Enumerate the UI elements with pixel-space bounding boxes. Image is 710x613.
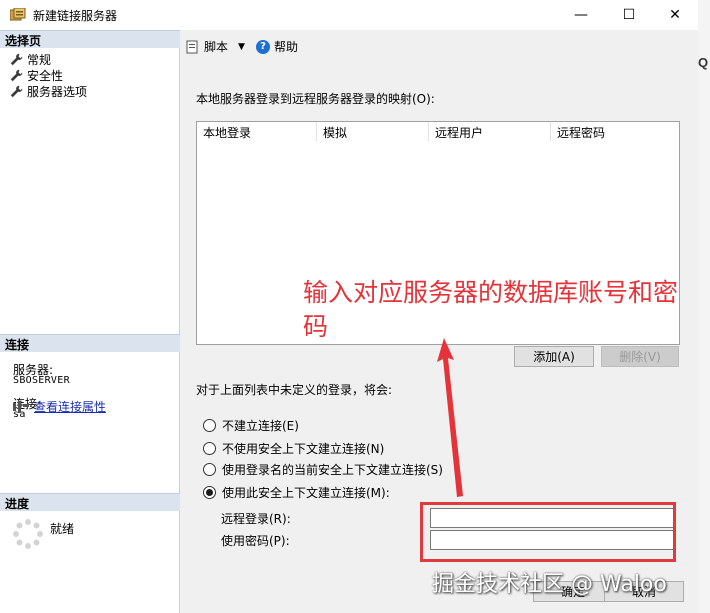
script-icon	[186, 40, 198, 53]
annotation-text: 输入对应服务器的数据库账号和密码	[303, 278, 679, 341]
background-window-glyph: Q	[698, 55, 709, 70]
wrench-icon	[10, 53, 23, 66]
add-button[interactable]: 添加(A)	[514, 346, 594, 367]
radio-label: 不建立连接(E)	[222, 419, 299, 433]
progress-spinner-icon	[13, 519, 43, 549]
view-connection-properties-link[interactable]: 查看连接属性	[34, 398, 106, 415]
app-icon	[10, 8, 26, 21]
page-item-label: 安全性	[27, 69, 64, 83]
remote-login-label: 远程登录(R):	[221, 512, 291, 526]
radio-circle[interactable]	[203, 442, 216, 455]
chevron-down-icon[interactable]: ▼	[238, 42, 245, 52]
window-title: 新建链接服务器	[33, 9, 118, 23]
wrench-icon	[10, 85, 23, 98]
radio-label: 使用登录名的当前安全上下文建立连接(S)	[222, 463, 443, 477]
page-item-general[interactable]: 常规	[10, 51, 51, 68]
annotation-highlight-box	[420, 502, 676, 562]
annotation-arrow-icon	[437, 338, 463, 497]
toolbar: 脚本 ▼ ? 帮助	[181, 30, 698, 60]
column-header-impersonate[interactable]: 模拟	[317, 122, 429, 141]
title-bar: 新建链接服务器 — ☐ ✕	[0, 0, 698, 30]
undefined-logins-label: 对于上面列表中未定义的登录，将会:	[196, 383, 393, 397]
page-item-security[interactable]: 安全性	[10, 67, 63, 84]
radio-current-security-context[interactable]: 使用登录名的当前安全上下文建立连接(S)	[203, 461, 443, 478]
script-button[interactable]: 脚本 ▼	[186, 38, 245, 55]
wrench-icon	[10, 69, 23, 82]
radio-no-security-context[interactable]: 不使用安全上下文建立连接(N)	[203, 440, 384, 457]
connection-header: 连接	[0, 334, 180, 352]
radio-circle[interactable]	[203, 419, 216, 432]
close-button[interactable]: ✕	[652, 0, 698, 30]
radio-label: 不使用安全上下文建立连接(N)	[222, 442, 385, 456]
pages-header: 选择页	[0, 30, 180, 48]
page-item-label: 常规	[27, 53, 52, 67]
server-value: SBOSERVER	[13, 375, 70, 386]
maximize-button[interactable]: ☐	[606, 0, 652, 30]
radio-this-security-context[interactable]: 使用此安全上下文建立连接(M):	[203, 484, 390, 501]
page-item-label: 服务器选项	[27, 85, 88, 99]
progress-status: 就绪	[50, 522, 75, 536]
watermark: 掘金技术社区 @ Waloo	[432, 572, 667, 597]
page-item-server-options[interactable]: 服务器选项	[10, 83, 87, 100]
connection-properties-icon	[13, 401, 29, 413]
delete-button[interactable]: 删除(V)	[601, 346, 679, 367]
password-label: 使用密码(P):	[221, 534, 290, 548]
progress-header: 进度	[0, 493, 180, 511]
help-icon: ?	[256, 39, 270, 54]
radio-circle-checked[interactable]	[203, 486, 216, 499]
left-pane: 选择页 常规 安全性 服务器选项 连接 服务器: SBOSERVER 连接: s…	[0, 30, 180, 613]
radio-no-connection[interactable]: 不建立连接(E)	[203, 417, 299, 434]
help-label: 帮助	[274, 40, 299, 54]
column-header-remote-password[interactable]: 远程密码	[551, 122, 679, 141]
background-window-edge: Q	[698, 0, 710, 613]
help-button[interactable]: ? 帮助	[256, 38, 298, 55]
script-label: 脚本	[204, 40, 229, 54]
mapping-title: 本地服务器登录到远程服务器登录的映射(O):	[196, 92, 435, 106]
minimize-button[interactable]: —	[558, 0, 604, 30]
radio-circle[interactable]	[203, 463, 216, 476]
column-header-local-login[interactable]: 本地登录	[197, 122, 317, 141]
radio-label: 使用此安全上下文建立连接(M):	[222, 486, 390, 500]
column-header-remote-user[interactable]: 远程用户	[429, 122, 551, 141]
